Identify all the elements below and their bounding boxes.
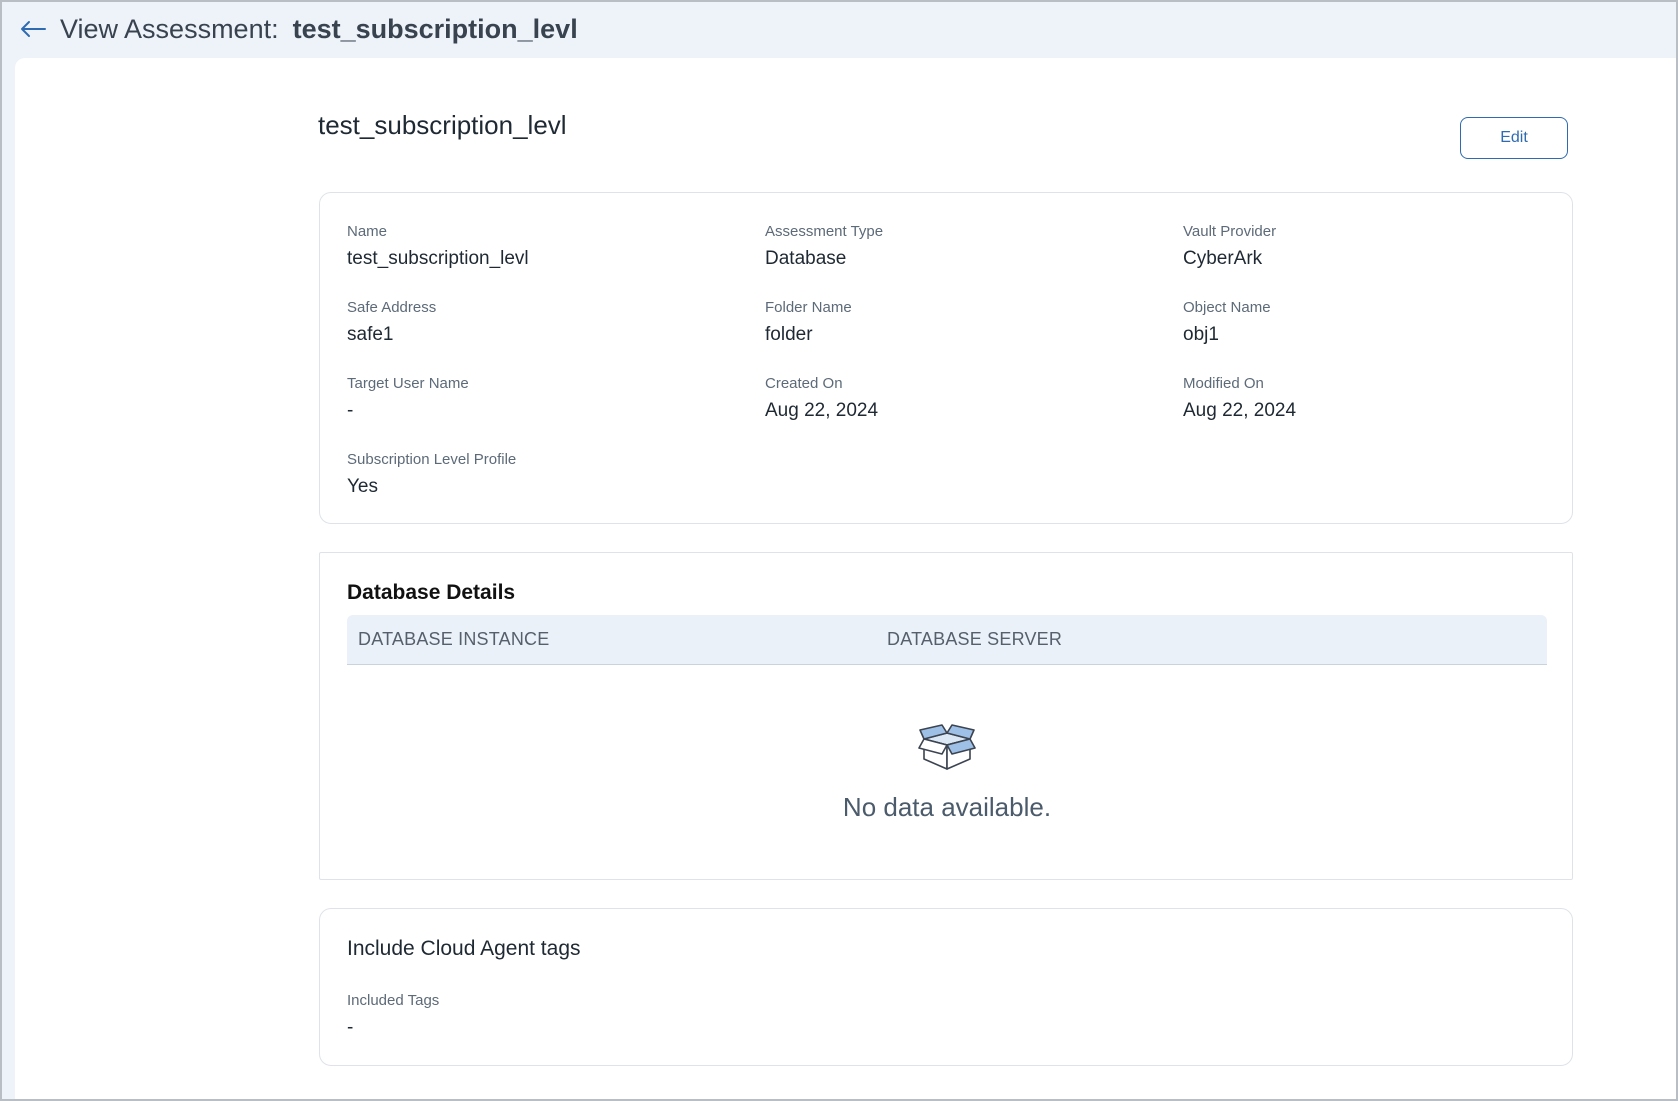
field-value: obj1 (1183, 324, 1219, 345)
field-label: Object Name (1183, 299, 1271, 316)
field-safe-address: Safe Address safe1 (347, 299, 765, 375)
field-label: Folder Name (765, 299, 852, 316)
back-arrow-icon[interactable] (18, 14, 48, 44)
field-value: - (347, 1017, 354, 1038)
assessment-details-card: Name test_subscription_levl Assessment T… (319, 192, 1573, 524)
field-value: Database (765, 248, 847, 269)
field-label: Name (347, 223, 388, 240)
field-subscription-level-profile: Subscription Level Profile Yes (347, 451, 765, 527)
cloud-agent-tags-title: Include Cloud Agent tags (347, 937, 581, 960)
header-label: View Assessment: (60, 13, 279, 44)
field-value: test_subscription_levl (347, 248, 529, 269)
header-assessment-name: test_subscription_levl (292, 13, 578, 44)
field-created-on: Created On Aug 22, 2024 (765, 375, 1183, 451)
field-label: Vault Provider (1183, 223, 1277, 240)
column-header-database-instance[interactable]: DATABASE INSTANCE (347, 629, 887, 650)
field-included-tags: Included Tags - (347, 992, 439, 1039)
field-value: - (347, 400, 354, 421)
empty-state-text: No data available. (842, 792, 1052, 822)
field-label: Target User Name (347, 375, 469, 392)
field-folder-name: Folder Name folder (765, 299, 1183, 375)
field-value: Yes (347, 476, 378, 497)
edit-button[interactable]: Edit (1460, 117, 1568, 159)
field-value: folder (765, 324, 813, 345)
field-label: Subscription Level Profile (347, 451, 517, 468)
database-details-card: Database Details DATABASE INSTANCE DATAB… (319, 552, 1573, 880)
column-header-database-server[interactable]: DATABASE SERVER (887, 629, 1062, 650)
database-table: DATABASE INSTANCE DATABASE SERVER No dat… (347, 615, 1547, 822)
page-header: View Assessment: test_subscription_levl (2, 2, 1676, 56)
field-label: Assessment Type (765, 223, 884, 240)
field-value: Aug 22, 2024 (1183, 400, 1297, 421)
field-modified-on: Modified On Aug 22, 2024 (1183, 375, 1601, 451)
field-vault-provider: Vault Provider CyberArk (1183, 223, 1601, 299)
field-assessment-type: Assessment Type Database (765, 223, 1183, 299)
field-target-user-name: Target User Name - (347, 375, 765, 451)
main-content: test_subscription_levl Edit Name test_su… (15, 58, 1676, 1099)
field-value: CyberArk (1183, 248, 1263, 269)
cloud-agent-tags-card: Include Cloud Agent tags Included Tags - (319, 908, 1573, 1066)
database-details-title: Database Details (347, 581, 516, 604)
empty-box-icon (918, 723, 976, 773)
field-object-name: Object Name obj1 (1183, 299, 1601, 375)
page-title: test_subscription_levl (318, 110, 567, 140)
app-window: View Assessment: test_subscription_levl … (0, 0, 1678, 1101)
field-label: Created On (765, 375, 843, 392)
field-value: safe1 (347, 324, 394, 345)
field-name: Name test_subscription_levl (347, 223, 765, 299)
empty-state: No data available. (347, 723, 1547, 823)
field-label: Safe Address (347, 299, 437, 316)
table-header: DATABASE INSTANCE DATABASE SERVER (347, 615, 1547, 665)
details-grid: Name test_subscription_levl Assessment T… (347, 223, 1601, 527)
field-value: Aug 22, 2024 (765, 400, 879, 421)
field-label: Included Tags (347, 992, 440, 1009)
field-label: Modified On (1183, 375, 1264, 392)
